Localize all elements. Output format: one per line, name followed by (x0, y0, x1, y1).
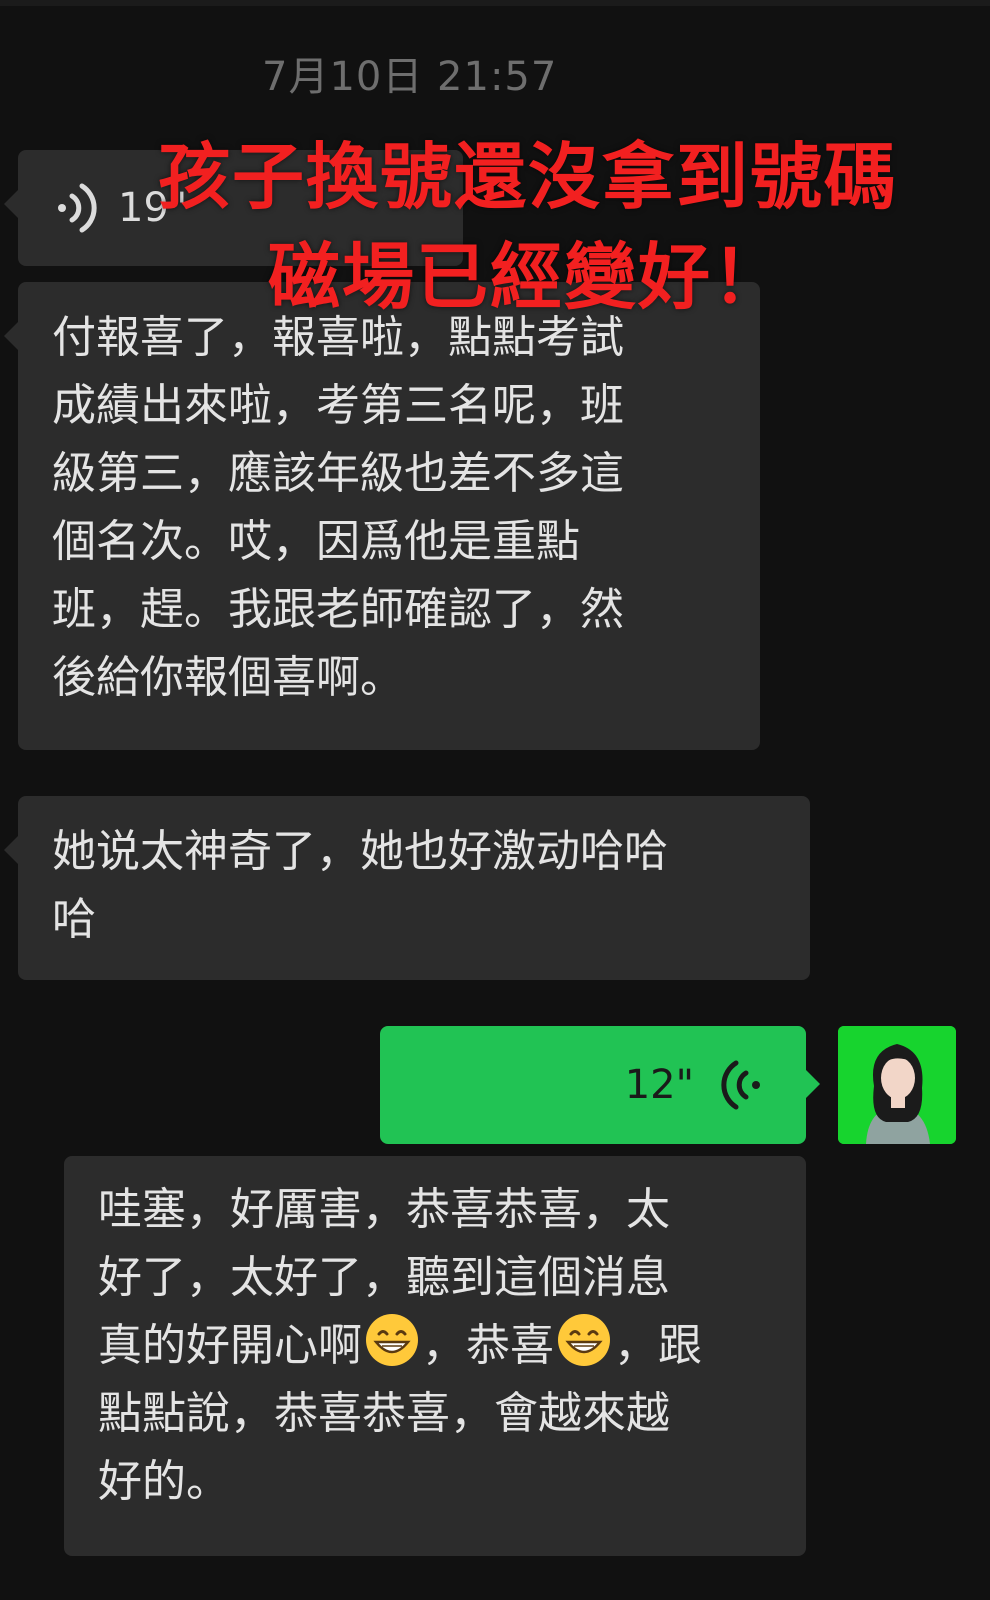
message-line: 好了，太好了，聽到這個消息 (98, 1252, 670, 1303)
avatar[interactable] (838, 1026, 956, 1144)
grinning-face-icon (366, 1314, 418, 1366)
message-timestamp: 7月10日 21:57 (262, 54, 558, 100)
grinning-face-icon (558, 1314, 610, 1366)
message-line: 級第三，應該年級也差不多這 (52, 448, 624, 499)
message-segment: ，跟 (614, 1320, 702, 1371)
message-line: 班，趕。我跟老師確認了，然 (52, 584, 624, 635)
message-line: 好的。 (98, 1456, 230, 1507)
message-line: 她说太神奇了，她也好激动哈哈 (52, 826, 668, 877)
message-line: 個名次。哎，因爲他是重點 (52, 516, 580, 567)
overlay-caption-line: 孩子換號還沒拿到號碼 (158, 135, 899, 219)
text-message-incoming[interactable]: 付報喜了，報喜啦，點點考試 成績出來啦，考第三名呢，班 級第三，應該年級也差不多… (4, 282, 760, 750)
avatar-portrait-icon (838, 1026, 956, 1144)
message-line: 後給你報個喜啊。 (52, 652, 404, 703)
message-line: 成績出來啦，考第三名呢，班 (52, 380, 624, 431)
voice-wave-icon (58, 183, 97, 233)
message-line-with-emoji: 真的好開心啊 ，恭喜 ，跟 (98, 1312, 786, 1380)
voice-message-outgoing[interactable]: 12" (380, 1026, 820, 1144)
text-message-incoming[interactable]: 她说太神奇了，她也好激动哈哈 哈 (4, 796, 810, 980)
text-message-incoming[interactable]: 哇塞，好厲害，恭喜恭喜，太 好了，太好了，聽到這個消息 真的好開心啊 ，恭喜 ，… (64, 1156, 806, 1556)
message-line: 點點說，恭喜恭喜，會越來越 (98, 1388, 670, 1439)
status-bar-edge (0, 0, 990, 6)
message-segment: 真的好開心啊 (98, 1320, 362, 1371)
message-segment: ，恭喜 (422, 1320, 554, 1371)
message-line: 哈 (52, 894, 96, 945)
overlay-caption-line: 磁場已經變好！ (268, 235, 787, 319)
voice-wave-icon (721, 1060, 760, 1110)
voice-duration: 12" (624, 1062, 694, 1108)
message-line: 哇塞，好厲害，恭喜恭喜，太 (98, 1184, 670, 1235)
